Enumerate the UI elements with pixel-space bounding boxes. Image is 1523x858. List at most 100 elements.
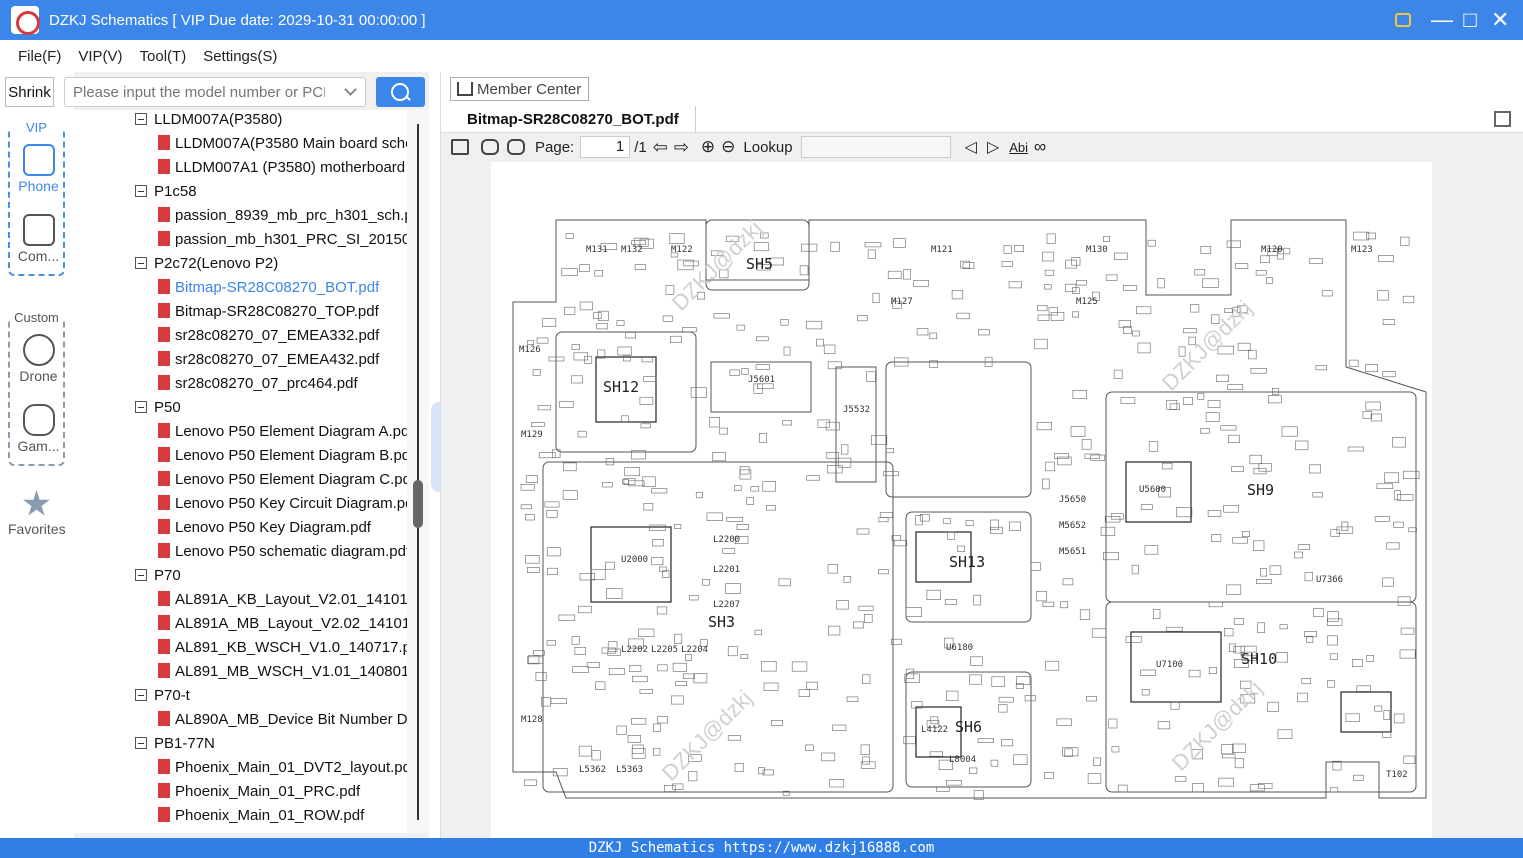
sidebar-toggle-icon[interactable]: [451, 139, 469, 155]
category-game[interactable]: Gam...: [10, 404, 67, 454]
tree-file[interactable]: AL891A_KB_Layout_V2.01_141011.pdf: [158, 588, 407, 612]
tree-file[interactable]: Bitmap-SR28C08270_BOT.pdf: [158, 276, 407, 300]
vip-icon[interactable]: [1395, 13, 1411, 27]
chevron-down-icon[interactable]: [344, 83, 357, 96]
zoom-out-icon[interactable]: ⊖: [721, 137, 735, 157]
tree-file[interactable]: passion_8939_mb_prc_h301_sch.pdf: [158, 204, 407, 228]
maximize-icon[interactable]: □: [1461, 7, 1479, 33]
collapse-icon[interactable]: [135, 689, 147, 701]
menu-tool[interactable]: Tool(T): [140, 48, 187, 65]
passive-component: [929, 332, 937, 340]
tree-file[interactable]: AL891_MB_WSCH_V1.01_140801.pdf: [158, 660, 407, 684]
tree-folder[interactable]: P50: [135, 396, 181, 420]
collapse-icon[interactable]: [135, 185, 147, 197]
passive-component: [1042, 601, 1055, 608]
close-all-tabs-icon[interactable]: [1494, 111, 1511, 127]
passive-component: [945, 780, 962, 786]
tree-file[interactable]: LLDM007A(P3580 Main board schem: [158, 132, 407, 156]
passive-component: [689, 594, 699, 601]
passive-component: [1393, 521, 1404, 528]
tree-file[interactable]: sr28c08270_07_prc464.pdf: [158, 372, 407, 396]
find-next-icon[interactable]: ▷: [987, 137, 999, 157]
lookup-input[interactable]: [800, 136, 951, 158]
pdf-file-icon: [158, 471, 170, 486]
tree-folder[interactable]: P1c58: [135, 180, 197, 204]
scroll-thumb[interactable]: [413, 480, 423, 528]
tree-file[interactable]: sr28c08270_07_EMEA432.pdf: [158, 348, 407, 372]
zoom-in-icon[interactable]: ⊕: [701, 137, 715, 157]
passive-component: [913, 280, 929, 287]
passive-component: [1402, 295, 1415, 304]
pdf-page[interactable]: SH5 SH12 SH13 SH3 SH9 SH10 SH6 M131 M132 M122 M121…: [491, 162, 1432, 838]
menu-vip[interactable]: VIP(V): [78, 48, 122, 65]
match-case-button[interactable]: Abi: [1009, 140, 1028, 155]
collapse-handle[interactable]: [431, 402, 441, 492]
page-number-input[interactable]: 1: [580, 136, 631, 158]
rotate-right-icon[interactable]: [507, 139, 525, 155]
shrink-button[interactable]: Shrink: [5, 77, 54, 107]
tree-folder[interactable]: LLDM007A(P3580): [135, 110, 282, 132]
previous-page-icon[interactable]: ⇦: [653, 137, 668, 158]
tab-current-document[interactable]: Bitmap-SR28C08270_BOT.pdf: [451, 106, 696, 133]
tree-file[interactable]: Bitmap-SR28C08270_TOP.pdf: [158, 300, 407, 324]
passive-component: [771, 719, 783, 726]
binoculars-icon[interactable]: ∞: [1034, 137, 1046, 157]
passive-component: [1374, 516, 1390, 522]
collapse-icon[interactable]: [135, 737, 147, 749]
model-search[interactable]: [64, 77, 366, 107]
tree-folder[interactable]: P2c72(Lenovo P2): [135, 252, 278, 276]
category-drone[interactable]: Drone: [10, 334, 67, 384]
tree-file[interactable]: Lenovo P50 Element Diagram B.pdf: [158, 444, 407, 468]
passive-component: [863, 614, 873, 623]
close-icon[interactable]: ✕: [1491, 7, 1509, 33]
tree-file[interactable]: passion_mb_h301_PRC_SI_2015061: [158, 228, 407, 252]
passive-component: [1131, 564, 1139, 575]
passive-component: [532, 369, 541, 376]
find-previous-icon[interactable]: ◁: [965, 137, 977, 157]
tree-scrollbar[interactable]: [407, 110, 429, 833]
collapse-icon[interactable]: [135, 401, 147, 413]
minimize-icon[interactable]: —: [1431, 7, 1453, 33]
category-computer[interactable]: Com...: [10, 214, 67, 264]
tree-file[interactable]: AL891_KB_WSCH_V1.0_140717.pdf: [158, 636, 407, 660]
passive-component: [989, 526, 1003, 534]
tree-file[interactable]: Lenovo P50 Key Diagram.pdf: [158, 516, 407, 540]
tree-file[interactable]: Lenovo P50 Element Diagram A.pdf: [158, 420, 407, 444]
passive-component: [1312, 492, 1323, 498]
search-input[interactable]: [65, 78, 325, 106]
passive-component: [736, 523, 749, 530]
passive-component: [525, 555, 540, 564]
member-center-button[interactable]: Member Center: [450, 77, 590, 101]
collapse-icon[interactable]: [135, 569, 147, 581]
rotate-left-icon[interactable]: [481, 139, 499, 155]
panel-splitter[interactable]: [429, 72, 441, 838]
tree-file[interactable]: Lenovo P50 schematic diagram.pdf: [158, 540, 407, 564]
tree-file[interactable]: Lenovo P50 Key Circuit Diagram.pdf: [158, 492, 407, 516]
tree-folder[interactable]: P70: [135, 564, 181, 588]
part-label: L5363: [616, 765, 643, 775]
collapse-icon[interactable]: [135, 113, 147, 125]
watermark: DZKJ@dzkj: [657, 686, 757, 786]
tree-file[interactable]: AL890A_MB_Device Bit Number Di: [158, 708, 407, 732]
category-favorites[interactable]: Favorites: [8, 490, 66, 537]
tree-file[interactable]: Phoenix_Main_01_ROW.pdf: [158, 804, 407, 828]
tree-file[interactable]: AL891A_MB_Layout_V2.02_141011.pdf: [158, 612, 407, 636]
tree-file[interactable]: LLDM007A1 (P3580) motherboard: [158, 156, 407, 180]
next-page-icon[interactable]: ⇨: [674, 137, 689, 158]
menu-file[interactable]: File(F): [18, 48, 61, 65]
menu-settings[interactable]: Settings(S): [203, 48, 277, 65]
tree-file[interactable]: sr28c08270_07_EMEA332.pdf: [158, 324, 407, 348]
tree-folder[interactable]: PB1-77N: [135, 732, 215, 756]
collapse-icon[interactable]: [135, 257, 147, 269]
passive-component: [1207, 400, 1221, 408]
passive-component: [1205, 412, 1220, 422]
passive-component: [778, 578, 791, 587]
tree-file[interactable]: Phoenix_Main_01_PRC.pdf: [158, 780, 407, 804]
search-button[interactable]: [376, 77, 425, 107]
category-phone[interactable]: Phone: [10, 144, 67, 194]
passive-component: [736, 324, 745, 331]
passive-component: [977, 738, 994, 744]
tree-file[interactable]: Phoenix_Main_01_DVT2_layout.pdf: [158, 756, 407, 780]
tree-folder[interactable]: P70-t: [135, 684, 190, 708]
tree-file[interactable]: Lenovo P50 Element Diagram C.pdf: [158, 468, 407, 492]
